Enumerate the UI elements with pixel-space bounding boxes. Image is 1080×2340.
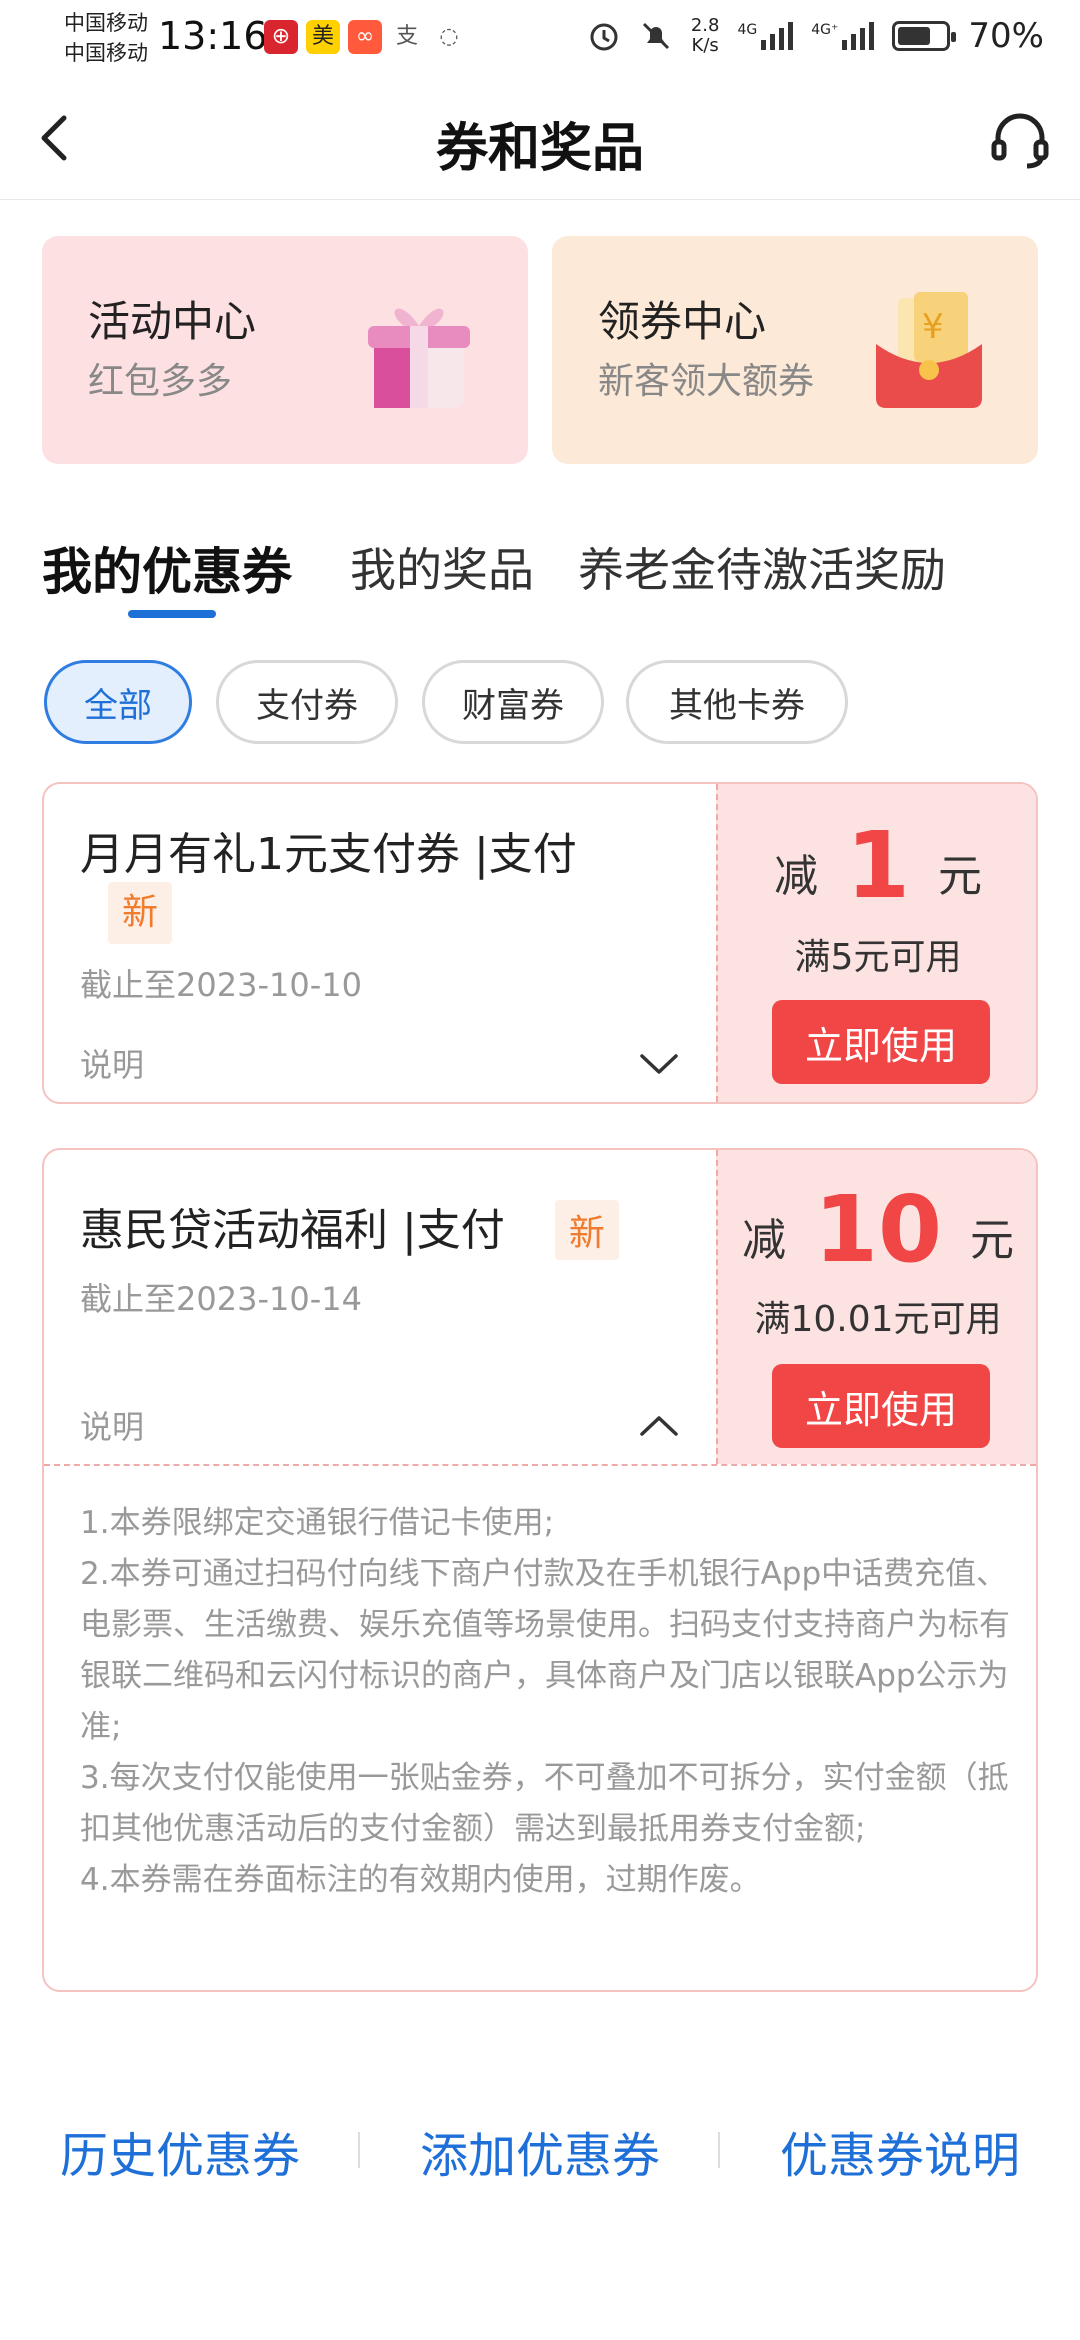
coupon-name: 惠民贷活动福利 |支付 新 — [80, 1194, 700, 1260]
coupon-prefix: 减 — [741, 1215, 786, 1266]
coupon-title: 月月有礼1元支付券 |支付 — [80, 829, 577, 880]
coupon-stub: 减 10 元 满10.01元可用 立即使用 — [716, 1150, 1036, 1464]
battery-icon — [892, 21, 957, 51]
net-speed-unit: K/s — [691, 35, 719, 56]
signal-1-label: 4G — [737, 22, 758, 38]
coupon-amount: 减1元 — [718, 812, 1038, 919]
tab-my-coupons[interactable]: 我的优惠券 — [42, 532, 292, 604]
coupon-title: 惠民贷活动福利 |支付 — [80, 1205, 505, 1256]
coupon-card: 减 10 元 满10.01元可用 立即使用 惠民贷活动福利 |支付 新 截止至202… — [42, 1148, 1038, 1992]
activity-center-card[interactable]: 活动中心 红包多多 — [42, 236, 528, 464]
tab-indicator — [128, 610, 216, 618]
rule-item: 1.本券限绑定交通银行借记卡使用; — [80, 1505, 555, 1541]
net-speed-value: 2.8 — [690, 15, 720, 36]
coupon-unit: 元 — [970, 1215, 1015, 1266]
signal-1-icon: 4G — [738, 22, 794, 50]
coupon-desc-toggle[interactable]: 说明 — [80, 1402, 144, 1448]
rule-item: 2.本券可通过扫码付向线下商户付款及在手机银行App中话费充值、电影票、生活缴费… — [80, 1556, 1010, 1745]
signal-2-icon: 4G⁺ — [811, 22, 875, 50]
tab-my-prizes[interactable]: 我的奖品 — [350, 534, 534, 600]
battery-percent: 70% — [968, 16, 1044, 56]
customer-service-headset-icon[interactable] — [988, 108, 1052, 172]
coupon-expiry: 截止至2023-10-14 — [80, 1280, 362, 1318]
footer-divider — [718, 2132, 720, 2168]
status-bar: 中国移动 中国移动 13:16 ⊕ 美 ∞ 支 ◌ 2.8 K/s 4G 4G⁺… — [0, 0, 1080, 80]
mute-bell-icon — [642, 22, 669, 50]
status-right: 2.8 K/s 4G 4G⁺ 70% — [587, 16, 1044, 56]
coupon-card: 减1元 满5元可用 立即使用 月月有礼1元支付券 |支付 新 截止至2023-1… — [42, 782, 1038, 1104]
activity-center-title: 活动中心 — [88, 297, 257, 346]
net-speed: 2.8 K/s — [691, 16, 720, 56]
meituan-app-icon: 美 — [306, 20, 340, 54]
carrier-1: 中国移动 — [64, 11, 148, 35]
status-time: 13:16 — [158, 14, 268, 58]
carrier-label: 中国移动 中国移动 — [64, 8, 148, 68]
red-envelope-icon: ¥ — [876, 292, 982, 408]
nav-header: 券和奖品 — [0, 80, 1080, 200]
coupon-condition: 满10.01元可用 — [754, 1299, 1002, 1340]
filter-wealth[interactable]: 财富券 — [422, 660, 604, 744]
coupon-explanation-link[interactable]: 优惠券说明 — [780, 2116, 1020, 2186]
rules-divider — [44, 1464, 1036, 1466]
chevron-down-icon[interactable] — [638, 1044, 680, 1086]
coupon-unit: 元 — [938, 851, 982, 902]
coupon-name: 月月有礼1元支付券 |支付 新 — [80, 828, 660, 944]
coupon-center-card[interactable]: 领券中心 新客领大额券 ¥ — [552, 236, 1038, 464]
svg-text:¥: ¥ — [922, 307, 944, 347]
history-coupons-link[interactable]: 历史优惠券 — [60, 2116, 300, 2186]
filter-payment[interactable]: 支付券 — [216, 660, 398, 744]
new-badge: 新 — [554, 1200, 619, 1260]
use-now-button[interactable]: 立即使用 — [772, 1000, 990, 1084]
coupon-expiry: 截止至2023-10-10 — [80, 966, 362, 1004]
activity-center-subtitle: 红包多多 — [88, 361, 233, 402]
coupon-center-title: 领券中心 — [598, 297, 767, 346]
wechat-icon: ◌ — [439, 24, 459, 49]
filter-other-cards[interactable]: 其他卡券 — [626, 660, 848, 744]
coupon-condition: 满5元可用 — [794, 937, 962, 978]
rule-item: 4.本券需在券面标注的有效期内使用，过期作废。 — [80, 1862, 761, 1898]
filter-all[interactable]: 全部 — [44, 660, 192, 744]
coupon-amount: 减 10 元 — [718, 1176, 1038, 1283]
page-title: 券和奖品 — [435, 119, 644, 179]
coupon-rules: 1.本券限绑定交通银行借记卡使用; 2.本券可通过扫码付向线下商户付款及在手机银… — [80, 1498, 1010, 1906]
signal-2-label: 4G⁺ — [811, 22, 839, 38]
rule-item: 3.每次支付仅能使用一张贴金券，不可叠加不可拆分，实付金额（抵扣其他优惠活动后的… — [80, 1760, 1009, 1847]
coupon-center-subtitle: 新客领大额券 — [598, 361, 815, 402]
coupon-stub: 减1元 满5元可用 立即使用 — [716, 784, 1036, 1102]
alarm-icon — [590, 23, 618, 51]
coupon-prefix: 减 — [773, 851, 818, 902]
use-now-button[interactable]: 立即使用 — [772, 1364, 990, 1448]
alipay-icon: 支 — [395, 24, 418, 49]
chevron-up-icon[interactable] — [638, 1406, 680, 1448]
notification-icons: ⊕ 美 ∞ 支 ◌ — [264, 20, 466, 54]
coupon-desc-toggle[interactable]: 说明 — [80, 1040, 144, 1086]
footer-divider — [358, 2132, 360, 2168]
unionpay-app-icon: ⊕ — [264, 20, 298, 54]
new-badge: 新 — [108, 882, 173, 944]
add-coupon-link[interactable]: 添加优惠券 — [420, 2116, 660, 2186]
carrier-2: 中国移动 — [64, 41, 148, 65]
shopping-app-icon: ∞ — [348, 20, 382, 54]
tab-pension-rewards[interactable]: 养老金待激活奖励 — [578, 534, 946, 600]
coupon-value: 10 — [813, 1176, 943, 1283]
coupon-value: 1 — [845, 812, 910, 919]
gift-box-icon — [368, 308, 470, 408]
